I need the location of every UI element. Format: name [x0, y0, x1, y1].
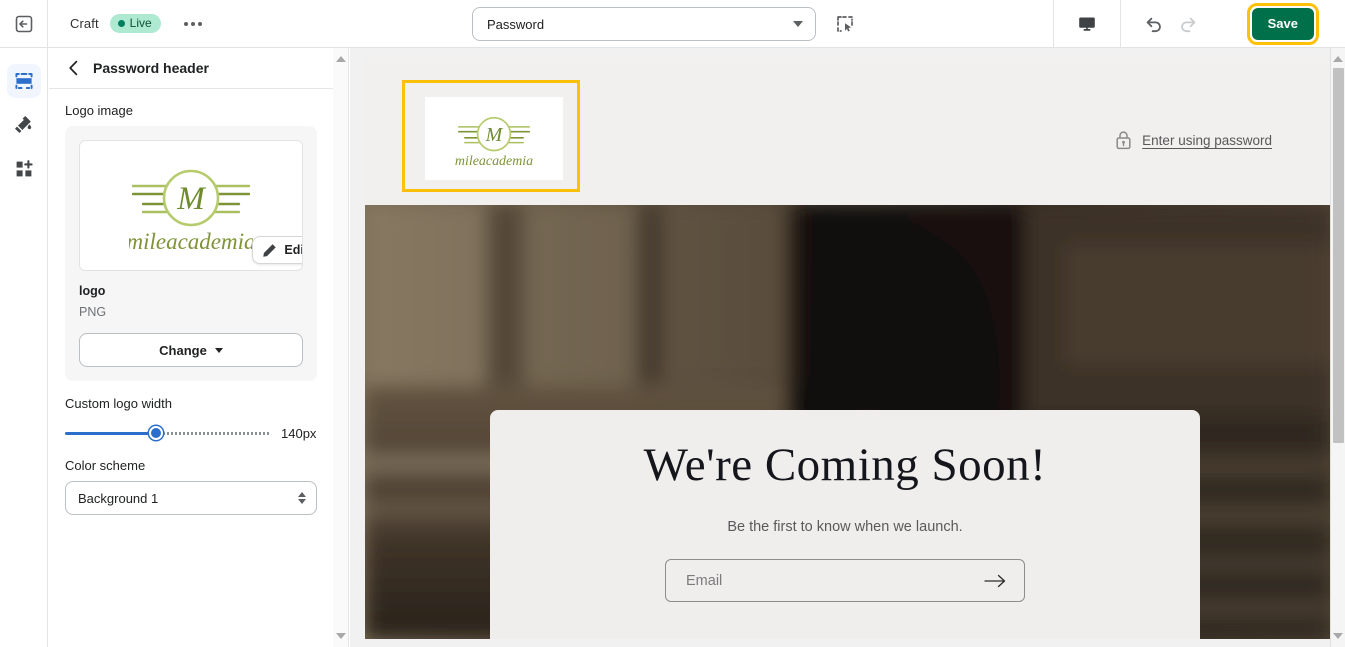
svg-text:mileacademia: mileacademia: [455, 154, 533, 169]
hero-content-card: We're Coming Soon! Be the first to know …: [490, 410, 1200, 639]
change-image-button[interactable]: Change: [79, 333, 303, 367]
more-options-button[interactable]: [178, 15, 208, 33]
logo-selection-outline[interactable]: M mileacademia: [402, 80, 580, 192]
marquee-select-icon: [837, 16, 853, 32]
apps-add-icon: [16, 160, 33, 177]
enter-using-password-link[interactable]: Enter using password: [1115, 130, 1272, 150]
hero-title: We're Coming Soon!: [643, 439, 1047, 491]
store-name: Craft: [70, 16, 99, 31]
stepper-up-icon: [298, 492, 306, 497]
enter-using-password-label: Enter using password: [1142, 132, 1272, 148]
save-focus-ring: Save: [1246, 2, 1319, 45]
sidebar-item-sections[interactable]: [6, 64, 41, 98]
preview-logo: M mileacademia: [425, 97, 563, 180]
edit-logo-label: Edit: [284, 243, 302, 257]
color-scheme-select[interactable]: Background 1: [65, 481, 317, 515]
save-button[interactable]: Save: [1251, 7, 1314, 40]
device-preview-group: [1052, 0, 1120, 47]
slider-remaining-track: [155, 432, 270, 435]
preview-scrollbar-thumb[interactable]: [1333, 68, 1344, 443]
arrow-right-icon: [984, 574, 1006, 587]
page-selector-group: Password: [472, 7, 860, 41]
status-badge-label: Live: [129, 16, 152, 30]
back-button[interactable]: [65, 60, 81, 76]
logo-thumbnail[interactable]: M mileacademia Edit: [79, 140, 303, 271]
scroll-down-arrow-icon[interactable]: [1333, 633, 1343, 639]
pencil-icon: [263, 243, 277, 257]
color-scheme-label: Color scheme: [65, 458, 146, 473]
lock-icon: [1116, 131, 1131, 150]
chevron-down-icon: [793, 21, 803, 27]
page-selector-value: Password: [487, 16, 545, 32]
toolbar-actions: Save: [1052, 0, 1345, 47]
sidebar-item-apps[interactable]: [7, 152, 41, 186]
scroll-down-arrow-icon[interactable]: [336, 633, 346, 639]
logo-media-card: M mileacademia Edit logo PNG Change: [65, 126, 317, 381]
media-file-name: logo: [79, 284, 106, 298]
dot-icon: [183, 21, 188, 26]
panel-title: Password header: [93, 60, 209, 76]
theme-paint-icon: [14, 116, 31, 133]
theme-preview-canvas: M mileacademia Enter using password We'r…: [350, 48, 1345, 647]
dot-icon: [190, 21, 195, 26]
store-info-group: Craft Live: [48, 14, 208, 33]
desktop-preview-button[interactable]: [1070, 9, 1104, 39]
sidebar-item-theme-settings[interactable]: [7, 108, 41, 142]
email-signup-field[interactable]: Email: [665, 559, 1025, 602]
preview-scrollbar[interactable]: [1330, 48, 1345, 647]
edit-logo-button[interactable]: Edit: [252, 236, 302, 264]
chevron-left-icon: [68, 60, 77, 76]
panel-scrollbar[interactable]: [333, 48, 349, 647]
sections-icon: [14, 73, 33, 89]
status-badge: Live: [109, 14, 161, 33]
editor-sidebar-rail: [0, 48, 48, 647]
slider-filled-track: [65, 432, 155, 435]
change-image-label: Change: [159, 342, 207, 358]
custom-logo-width-label: Custom logo width: [65, 396, 172, 411]
email-placeholder: Email: [686, 572, 723, 589]
custom-logo-width-control: 140px: [65, 424, 317, 442]
mileacademia-logo-icon: M mileacademia: [455, 116, 533, 169]
save-group: Save: [1221, 0, 1345, 47]
status-dot-icon: [117, 19, 125, 27]
svg-text:M: M: [485, 123, 504, 145]
dot-icon: [197, 21, 202, 26]
exit-to-app-icon: [15, 15, 32, 32]
svg-text:mileacademia: mileacademia: [129, 229, 253, 254]
email-submit-button[interactable]: [984, 574, 1006, 588]
marquee-select-button[interactable]: [830, 9, 860, 39]
logo-width-value: 140px: [281, 425, 317, 441]
up-down-stepper-icon: [298, 492, 306, 504]
mileacademia-logo-icon: M mileacademia: [129, 169, 253, 254]
password-hero-section[interactable]: We're Coming Soon! Be the first to know …: [365, 205, 1330, 639]
slider-thumb[interactable]: [149, 426, 163, 440]
color-scheme-value: Background 1: [78, 490, 159, 506]
stepper-down-icon: [298, 499, 306, 504]
page-selector-dropdown[interactable]: Password: [472, 7, 816, 41]
scroll-up-arrow-icon[interactable]: [1333, 56, 1343, 62]
logo-width-slider[interactable]: [65, 424, 270, 442]
hero-subtitle: Be the first to know when we launch.: [727, 519, 963, 535]
undo-button[interactable]: [1137, 9, 1171, 39]
svg-text:M: M: [176, 181, 206, 217]
undo-icon: [1146, 17, 1161, 32]
redo-icon: [1180, 17, 1195, 32]
panel-header: Password header: [49, 48, 333, 89]
desktop-preview-icon: [1078, 17, 1095, 31]
top-toolbar: Craft Live Password Save: [0, 0, 1345, 48]
scroll-up-arrow-icon[interactable]: [336, 56, 346, 62]
chevron-down-icon: [214, 347, 223, 353]
logo-image-label: Logo image: [65, 103, 133, 118]
history-group: [1119, 0, 1221, 47]
media-file-type: PNG: [79, 305, 107, 319]
section-settings-panel: Password header Logo image M mileacademi…: [49, 48, 333, 647]
panel-body: Logo image M mileacademia Ed logo PNG Ch…: [49, 89, 333, 515]
password-header-section[interactable]: M mileacademia Enter using password: [365, 57, 1330, 205]
redo-button[interactable]: [1171, 9, 1205, 39]
exit-editor-button[interactable]: [0, 0, 48, 47]
